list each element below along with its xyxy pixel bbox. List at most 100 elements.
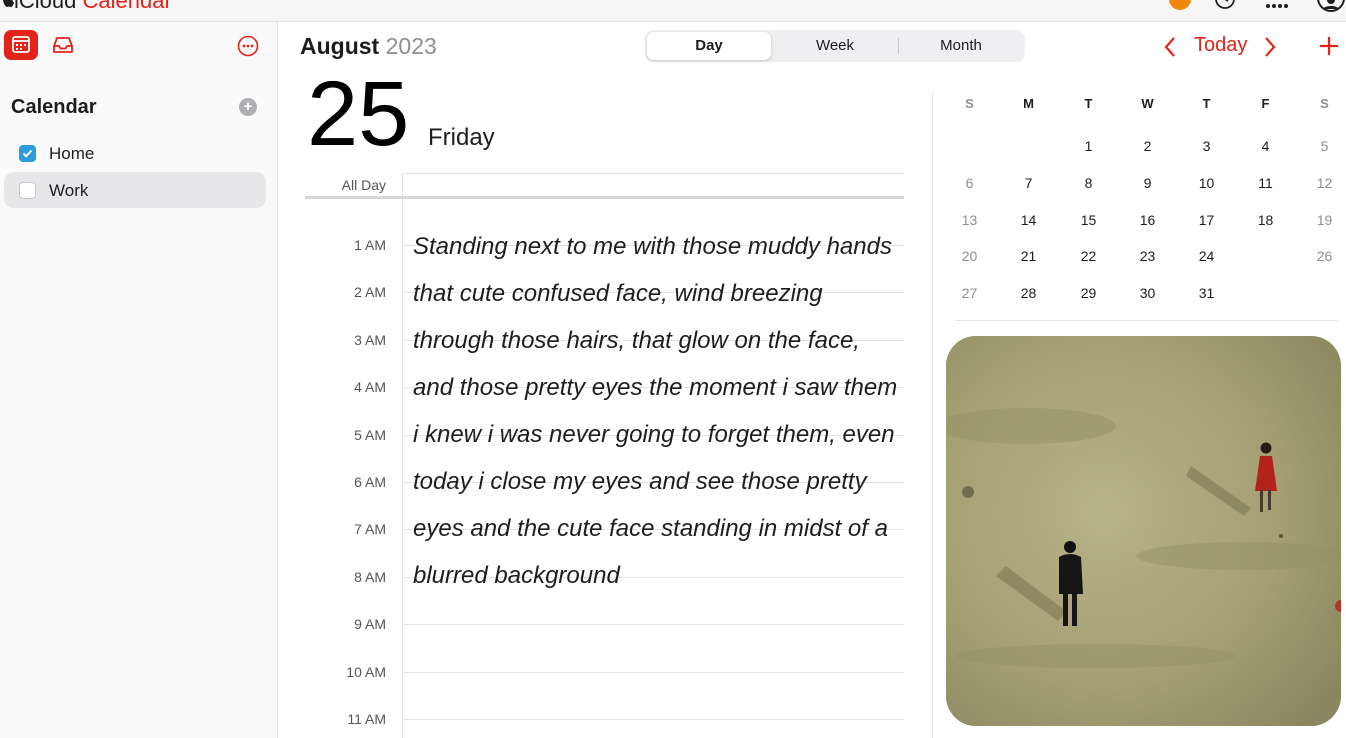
add-calendar-button[interactable]: + [239,98,257,116]
weekday-header: S [1320,96,1329,111]
day-number-label: 1 [1084,138,1093,154]
day-number-label: 16 [1139,212,1156,228]
clock-icon[interactable] [1214,0,1236,10]
app-grid-icon[interactable] [1264,0,1288,10]
mini-calendar-day[interactable]: 26 [1295,244,1346,268]
day-number-label: 2 [1143,138,1152,154]
day-number-label: 25 [1257,248,1274,264]
mini-calendar-day[interactable]: 8 [1059,171,1118,195]
mini-calendar-day[interactable]: 11 [1236,171,1295,195]
mini-calendar-day[interactable]: 9 [1118,171,1177,195]
day-number-label: 13 [961,212,978,228]
day-number-label: 15 [1080,212,1097,228]
day-number-label: 28 [1020,285,1037,301]
mini-calendar-day[interactable]: 22 [1059,244,1118,268]
day-number-label: 30 [1139,285,1156,301]
chevron-left-icon[interactable] [1160,34,1180,60]
add-event-icon[interactable] [1318,35,1340,57]
mini-calendar-day[interactable]: 31 [1177,281,1236,305]
home-checkbox[interactable] [19,145,36,162]
mini-calendar-day[interactable]: 15 [1059,208,1118,232]
mini-calendar-day[interactable]: 10 [1177,171,1236,195]
sidebar-item-home[interactable]: Home [4,135,266,171]
day-number-label: 24 [1198,248,1215,264]
day-number-label: 3 [1202,138,1211,154]
tab-month[interactable]: Month [899,32,1023,60]
tab-day[interactable]: Day [647,32,771,60]
time-column-divider [402,199,403,738]
mini-calendar-day[interactable]: 24 [1177,244,1236,268]
day-number-label: 27 [961,285,978,301]
mini-calendar-day[interactable]: 18 [1236,208,1295,232]
mini-calendar-day[interactable]: 29 [1059,281,1118,305]
mini-calendar-day[interactable]: 28 [999,281,1058,305]
mini-calendar-day[interactable]: 21 [999,244,1058,268]
hour-label: 6 AM [354,474,386,490]
day-number-label: 22 [1080,248,1097,264]
weekday-header: F [1261,96,1270,111]
weekday-header: T [1202,96,1211,111]
all-day-divider [305,196,904,199]
hour-gridline [402,672,904,673]
hour-label: 11 AM [347,711,386,727]
event-block[interactable]: Standing next to me with those muddy han… [413,223,903,599]
today-button[interactable]: Today [1194,34,1247,57]
checkmark-icon [22,149,33,158]
day-number-label: 23 [1139,248,1156,264]
day-number-label: 20 [961,248,978,264]
hour-label: 9 AM [354,616,386,632]
hour-gridline [402,719,904,720]
mini-calendar-week: 6 7 8 9 10 11 12 [940,171,1346,195]
hour-label: 8 AM [354,569,386,585]
account-icon[interactable] [1316,0,1346,12]
hour-label: 3 AM [354,332,386,348]
mini-calendar-day[interactable]: 1 [1059,134,1118,158]
sidebar-item-label: Work [49,181,89,200]
mini-calendar-day[interactable]: 20 [940,244,999,268]
mini-calendar-day[interactable]: 2 [1118,134,1177,158]
mini-calendar-day-selected[interactable]: 25 [1236,239,1295,273]
day-number-label: 5 [1320,138,1329,154]
work-checkbox[interactable] [19,182,36,199]
day-number-label: 11 [1258,175,1273,191]
inbox-icon[interactable] [50,34,76,56]
artwork-image [946,336,1341,726]
calendar-view-button[interactable] [4,30,38,60]
notification-badge-icon[interactable] [1169,0,1191,10]
hour-label: 1 AM [354,237,386,253]
mini-calendar-week: 1 2 3 4 5 [940,134,1346,158]
app-brand[interactable]: iCloud Calendar [2,0,172,14]
mini-calendar-day[interactable]: 3 [1177,134,1236,158]
day-number-label: 4 [1261,138,1270,154]
apple-logo-icon [2,0,14,14]
more-options-icon[interactable] [236,34,260,58]
mini-calendar-day[interactable]: 5 [1295,134,1346,158]
mini-calendar-day[interactable]: 30 [1118,281,1177,305]
tab-week[interactable]: Week [773,32,897,60]
mini-calendar-day[interactable]: 27 [940,281,999,305]
day-number-label: 7 [1024,175,1033,191]
panel-divider [932,92,933,738]
sidebar-item-work[interactable]: Work [4,172,266,208]
weekday-name: Friday [428,124,495,151]
day-number-label: 26 [1316,248,1333,264]
mini-calendar-day[interactable]: 12 [1295,171,1346,195]
mini-calendar-day[interactable]: 7 [999,171,1058,195]
chevron-right-icon[interactable] [1260,34,1280,60]
year-label: 2023 [385,33,437,59]
all-day-label: All Day [341,177,386,193]
mini-calendar-day[interactable]: 14 [999,208,1058,232]
mini-calendar-day[interactable]: 4 [1236,134,1295,158]
month-label: August [300,33,380,59]
view-switcher: Day Week Month [645,30,1025,62]
mini-calendar-week: 27 28 29 30 31 [940,281,1346,305]
mini-calendar-day[interactable]: 23 [1118,244,1177,268]
mini-calendar-divider [955,320,1338,321]
all-day-row[interactable] [402,173,904,197]
day-number-label: 29 [1080,285,1097,301]
mini-calendar-day[interactable]: 16 [1118,208,1177,232]
mini-calendar-day[interactable]: 6 [940,171,999,195]
mini-calendar-day[interactable]: 13 [940,208,999,232]
mini-calendar-day[interactable]: 19 [1295,208,1346,232]
mini-calendar-day[interactable]: 17 [1177,208,1236,232]
